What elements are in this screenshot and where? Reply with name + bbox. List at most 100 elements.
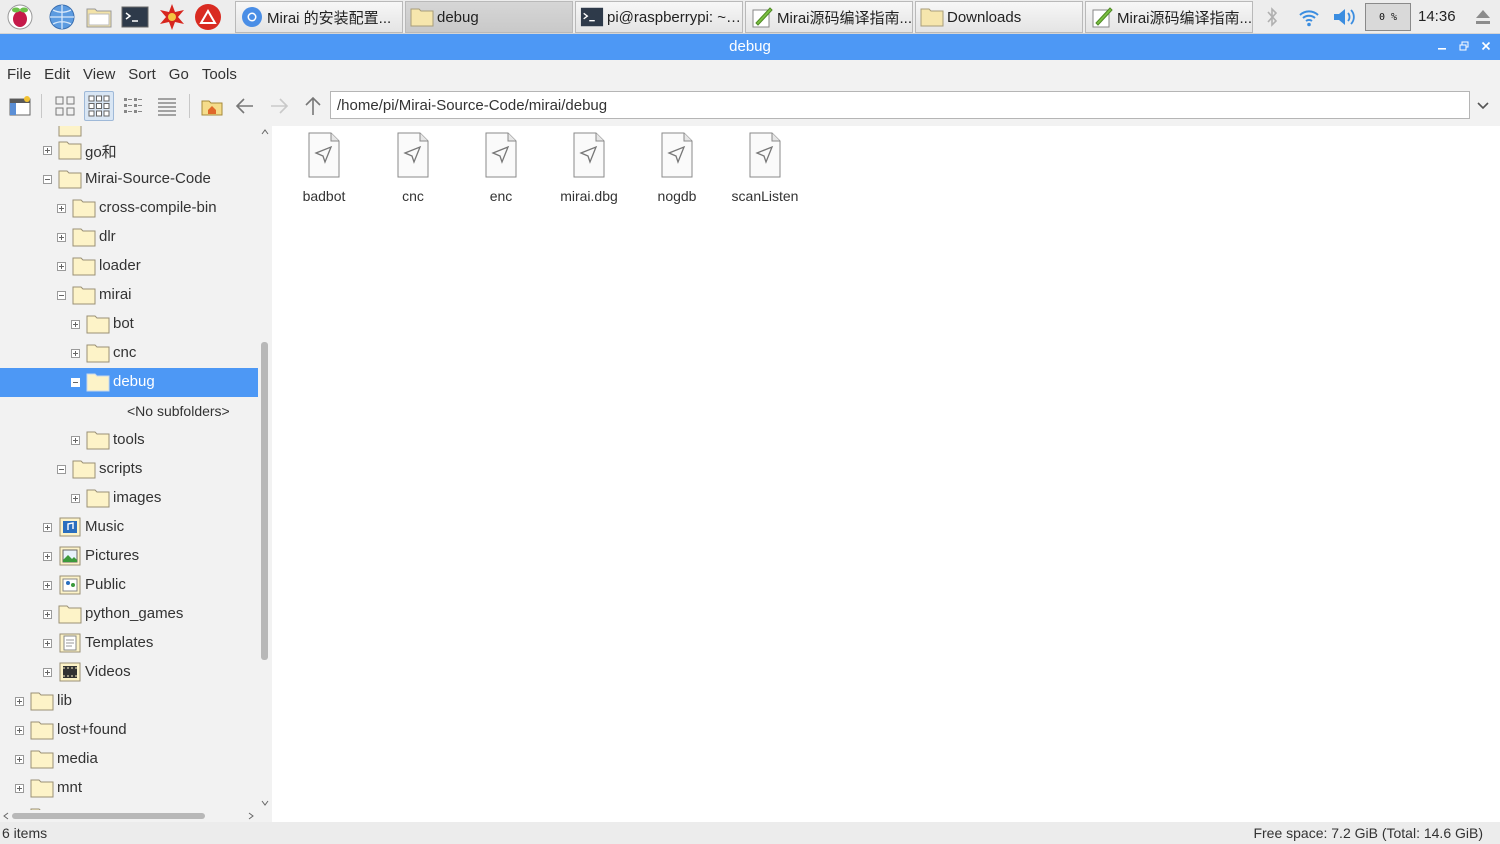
path-input[interactable]: /home/pi/Mirai-Source-Code/mirai/debug xyxy=(330,91,1470,119)
compact-view-button[interactable] xyxy=(118,91,148,121)
tree-item-public[interactable]: Public xyxy=(0,571,258,600)
tree-item-pictures[interactable]: Pictures xyxy=(0,542,258,571)
bluetooth-icon[interactable] xyxy=(1262,4,1282,30)
maximize-button[interactable] xyxy=(1455,37,1473,55)
expand-icon[interactable] xyxy=(57,262,66,271)
file-item-enc[interactable]: enc xyxy=(457,132,545,208)
expand-icon[interactable] xyxy=(43,639,52,648)
tree-item-media[interactable]: media xyxy=(0,745,258,774)
home-button[interactable] xyxy=(197,91,227,121)
tree-item-music[interactable]: Music xyxy=(0,513,258,542)
expand-icon[interactable] xyxy=(43,610,52,619)
window-titlebar[interactable]: debug xyxy=(0,34,1500,60)
scrollbar-thumb[interactable] xyxy=(261,342,268,660)
file-view[interactable]: badbot cnc enc mirai.dbg nogdb scanListe… xyxy=(272,126,1500,822)
tree-item-images[interactable]: images xyxy=(0,484,258,513)
menu-edit[interactable]: Edit xyxy=(44,66,70,83)
raspberry-menu-icon[interactable] xyxy=(5,2,35,32)
tree-item-mirai[interactable]: mirai xyxy=(0,281,258,310)
expand-icon[interactable] xyxy=(43,523,52,532)
eject-icon[interactable] xyxy=(1472,4,1494,30)
tree-item-cross-compile-bin[interactable]: cross-compile-bin xyxy=(0,194,258,223)
tree-item-loader[interactable]: loader xyxy=(0,252,258,281)
volume-icon[interactable] xyxy=(1330,4,1358,30)
list-view-button[interactable] xyxy=(152,91,182,121)
expand-icon[interactable] xyxy=(43,146,52,155)
tree-item-videos[interactable]: Videos xyxy=(0,658,258,687)
tree-item-cnc[interactable]: cnc xyxy=(0,339,258,368)
scroll-left-icon[interactable] xyxy=(0,810,12,822)
wifi-icon[interactable] xyxy=(1296,4,1322,30)
clock[interactable]: 14:36 xyxy=(1418,8,1456,25)
file-manager-icon[interactable] xyxy=(84,2,114,32)
menu-view[interactable]: View xyxy=(83,66,115,83)
expand-icon[interactable] xyxy=(71,436,80,445)
tree-item-mirai-source-code[interactable]: Mirai-Source-Code xyxy=(0,165,258,194)
expand-icon[interactable] xyxy=(71,494,80,503)
tree-item-mnt[interactable]: mnt xyxy=(0,774,258,803)
minimize-button[interactable] xyxy=(1433,37,1451,55)
expand-icon[interactable] xyxy=(43,552,52,561)
file-item-cnc[interactable]: cnc xyxy=(369,132,457,208)
task-terminal[interactable]: pi@raspberrypi: ~/... xyxy=(575,1,743,33)
forward-button[interactable] xyxy=(264,91,294,121)
tree-item-lost-found[interactable]: lost+found xyxy=(0,716,258,745)
expand-icon[interactable] xyxy=(57,204,66,213)
up-button[interactable] xyxy=(298,91,328,121)
back-button[interactable] xyxy=(230,91,260,121)
tree-item-tools[interactable]: tools xyxy=(0,426,258,455)
tree-item-go[interactable]: go和 xyxy=(0,136,258,165)
scroll-right-icon[interactable] xyxy=(245,810,257,822)
chevron-down-icon[interactable] xyxy=(1474,96,1492,114)
folder-icon xyxy=(72,458,96,480)
menu-go[interactable]: Go xyxy=(169,66,189,83)
thumbnail-view-button[interactable] xyxy=(84,91,114,121)
expand-icon[interactable] xyxy=(71,320,80,329)
task-editor-2[interactable]: Mirai源码编译指南... xyxy=(1085,1,1253,33)
expand-icon[interactable] xyxy=(15,726,24,735)
expand-icon[interactable] xyxy=(43,668,52,677)
wolfram-icon[interactable] xyxy=(193,2,223,32)
tree-item-debug[interactable]: debug xyxy=(0,368,258,397)
file-item-badbot[interactable]: badbot xyxy=(280,132,368,208)
tree-item-scripts[interactable]: scripts xyxy=(0,455,258,484)
directory-tree[interactable]: go和 Mirai-Source-Code cross-compile-bin … xyxy=(0,126,272,822)
web-browser-icon[interactable] xyxy=(47,2,77,32)
terminal-icon[interactable] xyxy=(120,2,150,32)
close-button[interactable] xyxy=(1477,37,1495,55)
collapse-icon[interactable] xyxy=(57,291,66,300)
scroll-up-icon[interactable] xyxy=(259,126,271,138)
collapse-icon[interactable] xyxy=(57,465,66,474)
file-item-nogdb[interactable]: nogdb xyxy=(633,132,721,208)
menu-file[interactable]: File xyxy=(7,66,31,83)
cpu-monitor[interactable]: 0 % xyxy=(1365,3,1411,31)
icon-view-button[interactable] xyxy=(50,91,80,121)
new-window-button[interactable] xyxy=(5,91,35,121)
file-item-mirai-dbg[interactable]: mirai.dbg xyxy=(545,132,633,208)
expand-icon[interactable] xyxy=(43,581,52,590)
expand-icon[interactable] xyxy=(57,233,66,242)
tree-item-dlr[interactable]: dlr xyxy=(0,223,258,252)
collapse-icon[interactable] xyxy=(71,378,80,387)
menu-sort[interactable]: Sort xyxy=(128,66,156,83)
scrollbar-thumb[interactable] xyxy=(12,813,205,819)
tree-item-templates[interactable]: Templates xyxy=(0,629,258,658)
tree-item-lib[interactable]: lib xyxy=(0,687,258,716)
task-editor-1[interactable]: Mirai源码编译指南... xyxy=(745,1,913,33)
task-downloads[interactable]: Downloads xyxy=(915,1,1083,33)
math-app-icon[interactable] xyxy=(157,2,187,32)
menu-tools[interactable]: Tools xyxy=(202,66,237,83)
tree-vertical-scrollbar[interactable] xyxy=(258,126,272,810)
collapse-icon[interactable] xyxy=(43,175,52,184)
tree-item-python-games[interactable]: python_games xyxy=(0,600,258,629)
scroll-down-icon[interactable] xyxy=(259,797,271,809)
task-debug[interactable]: debug xyxy=(405,1,573,33)
tree-horizontal-scrollbar[interactable] xyxy=(0,810,258,822)
expand-icon[interactable] xyxy=(15,755,24,764)
tree-item-bot[interactable]: bot xyxy=(0,310,258,339)
expand-icon[interactable] xyxy=(15,697,24,706)
task-browser[interactable]: Mirai 的安装配置... xyxy=(235,1,403,33)
file-item-scanlisten[interactable]: scanListen xyxy=(721,132,809,208)
expand-icon[interactable] xyxy=(15,784,24,793)
expand-icon[interactable] xyxy=(71,349,80,358)
